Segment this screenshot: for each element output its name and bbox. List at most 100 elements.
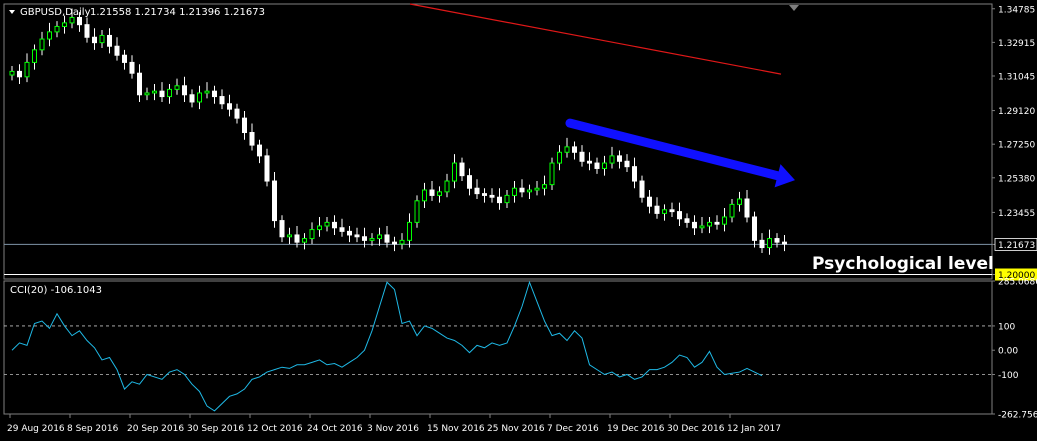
bull-candle-body	[399, 239, 405, 245]
bear-candle-body	[774, 238, 780, 243]
price-tick-label: 1.31045	[998, 72, 1035, 82]
bull-candle-body	[302, 238, 307, 243]
bear-candle-body	[77, 16, 82, 26]
bear-candle-body	[279, 220, 285, 238]
bear-candle-body	[459, 162, 465, 177]
bear-candle-body	[714, 221, 720, 225]
bear-candle-body	[257, 144, 262, 157]
bull-candle-body	[737, 198, 742, 205]
cci-tick-label: 0.00	[998, 347, 1018, 357]
psychological-level-annotation: Psychological level	[812, 254, 994, 274]
time-tick-label: 30 Dec 2016	[667, 424, 725, 434]
bear-candle-body	[474, 187, 480, 195]
price-tick-label: 1.23455	[998, 209, 1035, 219]
bull-candle-body	[47, 31, 52, 40]
bull-candle-body	[287, 234, 292, 238]
bull-candle-body	[729, 203, 735, 218]
bear-candle-body	[227, 103, 232, 110]
bull-candle-body	[144, 92, 150, 96]
time-tick-label: 7 Dec 2016	[547, 424, 599, 434]
time-tick-label: 29 Aug 2016	[7, 424, 65, 434]
bear-candle-body	[467, 175, 472, 189]
bear-candle-body	[122, 54, 127, 63]
bear-candle-body	[159, 90, 165, 98]
bear-candle-body	[392, 241, 397, 245]
price-axis: 1.34785 1.32915 1.31045 1.29120 1.27250 1.253…	[992, 5, 1037, 281]
bull-candle-body	[414, 200, 420, 223]
bull-candle-body	[39, 38, 45, 51]
cci-tick-label: 100	[998, 322, 1015, 332]
price-tick-label: 1.32915	[998, 39, 1035, 49]
bear-candle-body	[684, 218, 690, 223]
bear-candle-body	[489, 194, 495, 198]
time-tick-label: 20 Sep 2016	[127, 424, 184, 434]
bull-candle-body	[602, 162, 607, 169]
bull-candle-body	[197, 92, 202, 103]
trading-chart: GBPUSD,Daily 1.21558 1.21734 1.21396 1.2…	[3, 3, 1037, 434]
bull-candle-body	[9, 70, 15, 76]
bull-candle-body	[549, 162, 555, 186]
bull-candle-body	[444, 180, 450, 193]
bull-candle-body	[69, 16, 75, 24]
bear-candle-body	[594, 162, 600, 169]
bear-candle-body	[782, 241, 787, 245]
bear-candle-body	[92, 36, 97, 44]
bear-candle-body	[182, 85, 187, 96]
time-tick-label: 19 Dec 2016	[607, 424, 665, 434]
bull-candle-body	[504, 194, 510, 204]
bear-candle-body	[362, 236, 367, 241]
price-tick-label: 1.29120	[998, 107, 1035, 117]
bull-candle-body	[564, 146, 570, 153]
bear-candle-body	[339, 227, 345, 232]
bear-candle-body	[212, 90, 217, 98]
bear-candle-body	[272, 180, 277, 222]
bear-candle-body	[482, 193, 487, 196]
bear-candle-body	[114, 45, 120, 56]
bear-candle-body	[107, 34, 112, 47]
bull-candle-body	[542, 184, 547, 189]
bear-candle-body	[497, 196, 502, 204]
bear-candle-body	[669, 209, 675, 213]
bull-candle-body	[32, 49, 37, 63]
bear-candle-body	[647, 196, 652, 207]
bull-candle-body	[369, 238, 375, 241]
price-tick-label: 1.25380	[998, 174, 1035, 184]
bear-candle-body	[234, 108, 240, 119]
bear-candle-body	[692, 221, 697, 229]
symbol-label: GBPUSD,Daily	[20, 7, 91, 18]
bear-candle-body	[744, 198, 750, 218]
bear-candle-body	[264, 155, 270, 182]
price-tick-label: 1.21673	[998, 241, 1035, 251]
price-tick-label: 1.34785	[998, 5, 1035, 15]
bull-candle-body	[167, 88, 172, 98]
time-axis: 29 Aug 2016 8 Sep 2016 20 Sep 2016 30 Sep 2…	[7, 414, 781, 434]
bull-candle-body	[722, 216, 727, 225]
bear-candle-body	[519, 187, 525, 193]
cci-tick-label: 285.0686	[998, 278, 1037, 288]
bull-candle-body	[422, 189, 427, 202]
time-tick-label: 15 Nov 2016	[427, 424, 485, 434]
bear-candle-body	[294, 234, 300, 243]
bear-candle-body	[572, 146, 577, 153]
bull-candle-body	[377, 234, 382, 240]
bull-candle-body	[317, 225, 322, 231]
time-tick-label: 30 Sep 2016	[187, 424, 244, 434]
bull-candle-body	[557, 151, 562, 164]
bear-candle-body	[84, 24, 90, 38]
bull-candle-body	[309, 229, 315, 240]
bull-candle-body	[534, 187, 540, 191]
bear-candle-body	[242, 117, 247, 134]
bull-candle-body	[437, 191, 442, 196]
bull-candle-body	[62, 22, 67, 27]
bull-candle-body	[707, 221, 712, 227]
bear-candle-body	[332, 221, 337, 229]
bear-candle-body	[429, 189, 435, 196]
ohlc-label: 1.21558 1.21734 1.21396 1.21673	[90, 7, 265, 18]
bull-candle-body	[452, 162, 457, 182]
bull-candle-body	[54, 25, 60, 33]
bear-candle-body	[632, 166, 637, 182]
bull-candle-body	[174, 85, 180, 90]
time-tick-label: 12 Jan 2017	[727, 424, 781, 434]
bull-candle-body	[204, 90, 210, 94]
bull-candle-body	[609, 155, 615, 164]
